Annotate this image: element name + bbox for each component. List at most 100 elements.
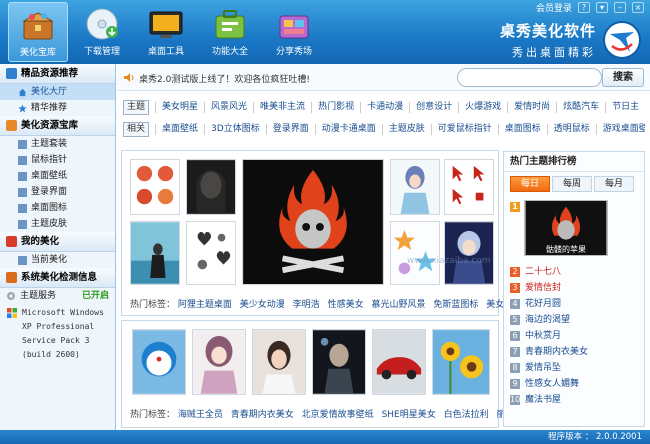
ranking-title: 热门主题排行榜 [504,152,644,172]
ranking-row[interactable]: 2 二十七八 [510,264,638,280]
thumb-icon-pack[interactable] [130,159,180,215]
member-login-link[interactable]: 会员登录 [536,1,572,14]
tab-weekly[interactable]: 每周 [552,176,592,192]
desktop-icon-icon [18,203,27,213]
service-status: 已开启 [81,291,109,301]
menu-button[interactable]: ▾ [596,1,608,13]
tag-link[interactable]: 3D立体图标 [204,123,266,135]
theme-tag-row: 主题 美女明星 风景风光 唯美非主流 热门影视 卡通动漫 创意设计 火爆游戏 爱… [123,98,645,116]
ranking-row[interactable]: 6 中秋赏月 [510,328,638,344]
thumb-portrait-dark[interactable] [186,159,236,215]
close-button[interactable]: × [632,1,644,13]
hot-tag[interactable]: 李明浩 [293,300,320,310]
hot-tag[interactable]: 性感美女 [328,300,364,310]
ranking-row[interactable]: 7 青春期内衣美女 [510,344,638,360]
sidebar-item-desktop-icons[interactable]: 桌面图标 [0,200,115,216]
thumb-anime-girl[interactable] [390,159,440,215]
tag-link[interactable]: 爱情时尚 [507,101,556,113]
rank-number: 6 [510,331,520,341]
toolbar-share-button[interactable]: 分享秀场 [264,2,324,62]
hot-tag[interactable]: 白色法拉利 [444,410,489,420]
tag-link[interactable]: 炫酷汽车 [556,101,605,113]
tag-link[interactable]: 登录界面 [265,123,315,135]
thumb-heart-icons[interactable] [186,221,236,285]
sidebar-item-label: 鼠标指针 [31,155,68,165]
search-button[interactable]: 搜索 [602,68,644,87]
thumb-sunflowers[interactable] [432,329,490,395]
thumb-cursor-pack[interactable] [444,159,494,215]
toolbar-functions-button[interactable]: 功能大全 [200,2,260,62]
thumb-dark-girl[interactable] [312,329,366,395]
tab-monthly[interactable]: 每月 [594,176,634,192]
tag-link[interactable]: 桌面壁纸 [155,123,204,135]
service-label: 主题服务 [20,291,57,301]
tag-link[interactable]: 可爱鼠标指针 [430,123,498,135]
thumb-seaside-girl[interactable] [130,221,180,285]
toolbar-label: 下载管理 [83,47,120,57]
ranking-row[interactable]: 9 性感女人媚舞 [510,376,638,392]
ranking-row[interactable]: 5 海边的渴望 [510,312,638,328]
sidebar-item-label: 登录界面 [31,187,68,197]
tag-link[interactable]: 美女明星 [155,101,204,113]
sidebar-item-featured[interactable]: 精华推荐 [0,100,115,116]
sidebar-item-wallpaper[interactable]: 桌面壁纸 [0,168,115,184]
share-stage-icon [279,15,309,39]
tag-link[interactable]: 热门影视 [311,101,360,113]
thumb-star-icons[interactable] [390,221,440,285]
skin-icon [18,219,27,229]
sidebar-item-beautify-hall[interactable]: 美化大厅 [0,84,115,100]
minimize-button[interactable]: – [614,1,626,13]
hot-tag[interactable]: 北京爱情故事壁纸 [302,410,374,420]
ranking-row[interactable]: 3 爱情信封 [510,280,638,296]
search-input[interactable] [457,68,602,87]
hot-tag[interactable]: 青春期内衣美女 [231,410,294,420]
sidebar-item-login-screen[interactable]: 登录界面 [0,184,115,200]
tag-row-label: 主题 [123,99,150,115]
ranking-row[interactable]: 10 魔法书屋 [510,392,638,408]
tag-link[interactable]: 节日主 [605,101,645,113]
thumb-anime-lady[interactable] [192,329,246,395]
thumb-portrait-woman[interactable] [252,329,306,395]
sidebar-item-current[interactable]: 当前美化 [0,252,115,268]
program-version: 程序版本 ： 2.0.0.2001 [548,432,642,442]
hot-tag[interactable]: SHE明星美女 [382,410,436,420]
toolbar-treasure-button[interactable]: 美化宝库 [8,2,68,62]
hot-tags-line: 热门标签： 海贼王全员 青春期内衣美女 北京爱情故事壁纸 SHE明星美女 白色法… [130,407,554,420]
tag-link[interactable]: 创意设计 [409,101,458,113]
thumb-red-sports-car[interactable] [372,329,426,395]
thumb-anime-warrior[interactable] [444,221,494,285]
sidebar-section-recommend: 精品资源推荐 [0,64,115,84]
ranking-first[interactable]: 1 骷髅的苹果 [510,200,638,260]
thumb-skull-apple-featured[interactable] [242,159,384,285]
hot-tag[interactable]: 免斯蓝图标 [433,300,478,310]
tag-link[interactable]: 风景风光 [204,101,253,113]
sidebar-item-skin[interactable]: 主题皮肤 [0,216,115,232]
tag-link[interactable]: 透明鼠标 [546,123,596,135]
help-button[interactable]: ? [578,1,590,13]
ranking-row[interactable]: 8 爱情吊坠 [510,360,638,376]
sidebar-item-mouse-pointer[interactable]: 鼠标指针 [0,152,115,168]
tag-link[interactable]: 唯美非主流 [253,101,311,113]
tag-link[interactable]: 卡通动漫 [360,101,409,113]
rank-number: 10 [510,395,521,405]
hot-tags-line: 热门标签： 阿狸主题桌面 美少女动漫 李明浩 性感美女 慕光山野风景 免斯蓝图标… [130,297,545,310]
tag-link[interactable]: 游戏桌面壁 [595,123,645,135]
tag-link[interactable]: 主题皮肤 [381,123,431,135]
hot-tag[interactable]: 海贼王全员 [178,410,223,420]
toolbar-download-button[interactable]: 下载管理 [72,2,132,62]
rank-title: 魔法书屋 [525,395,562,405]
hot-tag[interactable]: 美少女动漫 [240,300,285,310]
tag-link[interactable]: 桌面图标 [497,123,547,135]
hot-tag[interactable]: 阿狸主题桌面 [178,300,232,310]
brand-slogan: 秀出桌面精彩 [512,46,596,59]
tag-link[interactable]: 火爆游戏 [458,101,507,113]
ranking-row[interactable]: 4 花好月圆 [510,296,638,312]
thumb-doraemon[interactable] [132,329,186,395]
tab-daily[interactable]: 每日 [510,176,550,192]
toolbar-desktop-tools-button[interactable]: 桌面工具 [136,2,196,62]
sidebar-item-theme-pack[interactable]: 主题套装 [0,136,115,152]
section-title: 我的美化 [21,235,60,247]
hot-tag[interactable]: 慕光山野风景 [371,300,425,310]
tag-link[interactable]: 动漫卡通桌面 [314,123,382,135]
hot-tags-label: 热门标签： [130,410,176,420]
